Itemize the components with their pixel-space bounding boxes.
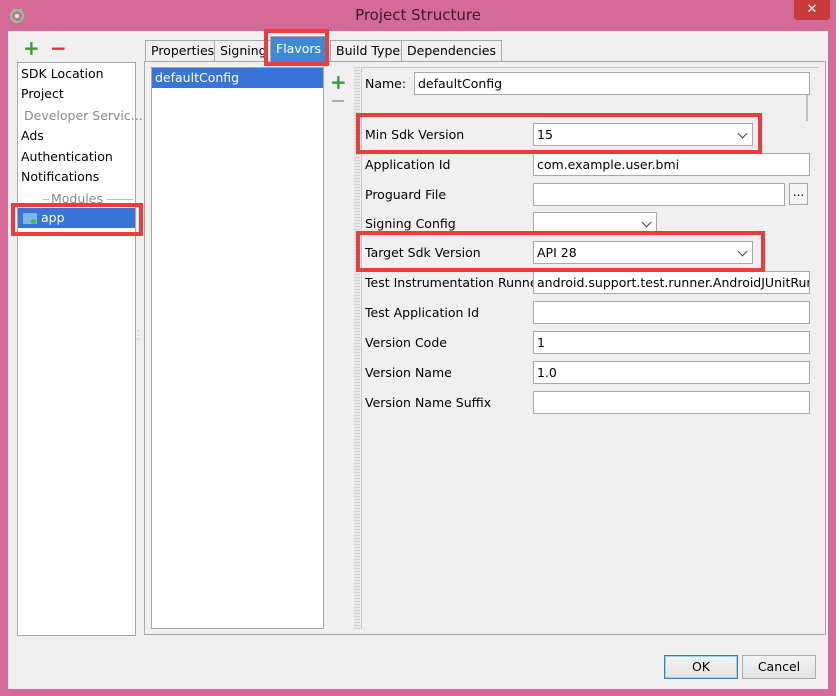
version-name-field[interactable]: 1.0 bbox=[533, 361, 810, 384]
flavor-list: defaultConfig bbox=[151, 67, 324, 629]
modules-separator: Modules bbox=[21, 191, 133, 207]
tab-dependencies[interactable]: Dependencies bbox=[401, 40, 502, 62]
test-application-id-label: Test Application Id bbox=[365, 305, 480, 320]
nav-item-developer-services: Developer Servic... bbox=[24, 108, 143, 123]
form-scrollbar[interactable] bbox=[806, 95, 808, 121]
remove-module-icon[interactable]: − bbox=[50, 38, 67, 58]
cancel-button[interactable]: Cancel bbox=[742, 655, 816, 679]
signing-config-label: Signing Config bbox=[365, 216, 456, 231]
remove-flavor-icon[interactable] bbox=[332, 100, 344, 102]
proguard-file-field[interactable] bbox=[533, 183, 785, 206]
nav-item-project[interactable]: Project bbox=[21, 86, 64, 101]
chevron-down-icon bbox=[641, 217, 652, 228]
target-sdk-select[interactable]: API 28 bbox=[533, 241, 753, 264]
ok-button[interactable]: OK bbox=[664, 655, 738, 679]
version-name-label: Version Name bbox=[365, 365, 452, 380]
module-folder-icon bbox=[23, 213, 37, 224]
nav-item-authentication[interactable]: Authentication bbox=[21, 149, 113, 164]
min-sdk-select[interactable]: 15 bbox=[533, 123, 753, 146]
module-label: app bbox=[41, 210, 65, 225]
nav-item-notifications[interactable]: Notifications bbox=[21, 169, 99, 184]
add-flavor-icon[interactable]: + bbox=[330, 72, 347, 92]
min-sdk-label: Min Sdk Version bbox=[365, 127, 465, 142]
version-code-field[interactable]: 1 bbox=[533, 331, 810, 354]
name-label: Name: bbox=[365, 76, 407, 91]
nav-item-sdk-location[interactable]: SDK Location bbox=[21, 66, 104, 81]
version-name-suffix-label: Version Name Suffix bbox=[365, 395, 492, 410]
chevron-down-icon bbox=[737, 128, 748, 139]
close-icon[interactable]: ✕ bbox=[794, 0, 830, 20]
modules-header: Modules bbox=[51, 191, 103, 206]
application-id-label: Application Id bbox=[365, 157, 451, 172]
test-runner-field[interactable]: android.support.test.runner.AndroidJUnit… bbox=[533, 271, 810, 294]
browse-button[interactable]: ... bbox=[789, 183, 808, 205]
name-field[interactable]: defaultConfig bbox=[414, 72, 810, 95]
test-application-id-field[interactable] bbox=[533, 301, 810, 324]
target-sdk-label: Target Sdk Version bbox=[365, 245, 481, 260]
splitter-grip-icon[interactable]: · · · bbox=[137, 328, 142, 344]
tab-signing[interactable]: Signing bbox=[214, 40, 273, 62]
flavor-item-defaultconfig[interactable]: defaultConfig bbox=[152, 68, 323, 88]
tab-flavors[interactable]: Flavors bbox=[270, 36, 328, 62]
module-item-app[interactable]: app bbox=[18, 208, 135, 228]
nav-item-ads[interactable]: Ads bbox=[21, 128, 44, 143]
project-structure-nav: SDK Location Project Developer Servic...… bbox=[17, 62, 143, 636]
test-runner-label: Test Instrumentation Runner bbox=[365, 275, 543, 290]
proguard-file-label: Proguard File bbox=[365, 187, 447, 202]
target-sdk-value: API 28 bbox=[537, 245, 577, 260]
version-name-suffix-field[interactable] bbox=[533, 391, 810, 414]
add-module-icon[interactable]: + bbox=[23, 38, 40, 58]
application-id-field[interactable]: com.example.user.bmi bbox=[533, 153, 810, 176]
chevron-down-icon bbox=[737, 246, 748, 257]
signing-config-select[interactable] bbox=[533, 212, 657, 235]
version-code-label: Version Code bbox=[365, 335, 447, 350]
min-sdk-value: 15 bbox=[537, 127, 553, 142]
tab-properties[interactable]: Properties bbox=[145, 40, 221, 62]
panel-splitter[interactable] bbox=[354, 67, 360, 629]
window-title: Project Structure bbox=[355, 6, 481, 24]
